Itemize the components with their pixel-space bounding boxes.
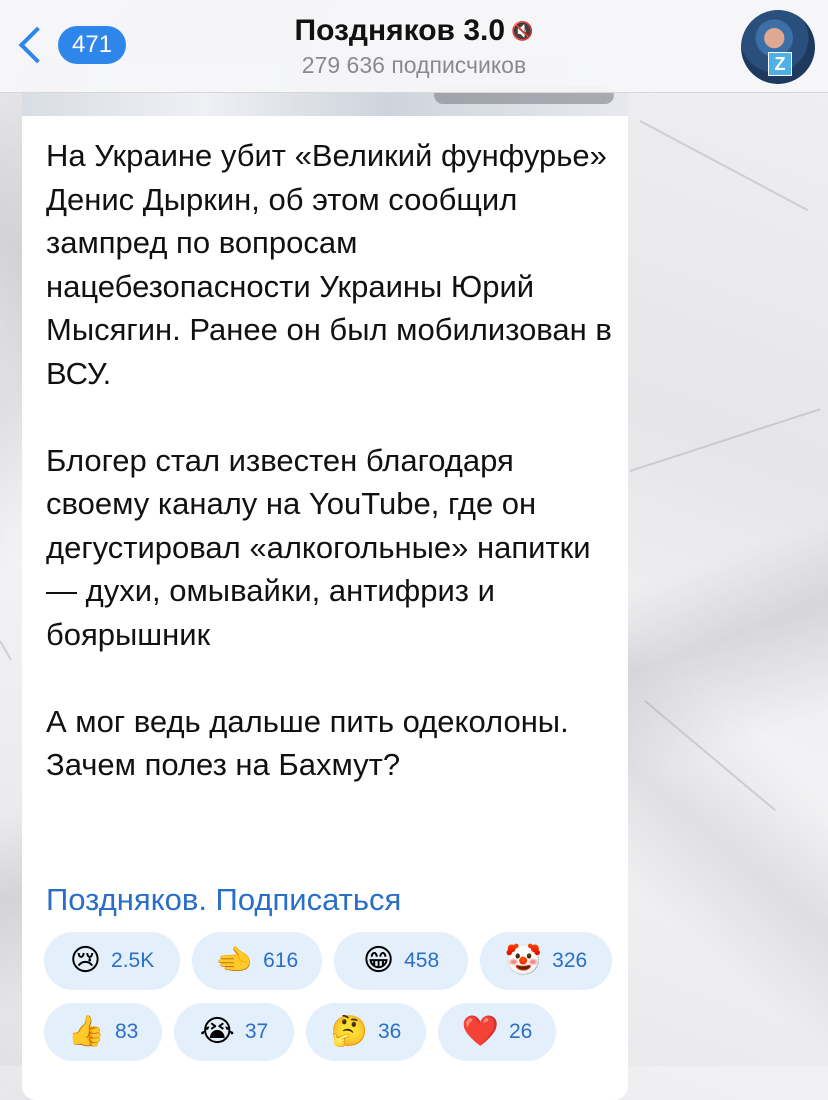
background-vein	[644, 700, 776, 812]
back-button[interactable]: 471	[14, 22, 127, 68]
background-vein	[639, 120, 809, 212]
crying-face-icon: 😢	[69, 944, 102, 977]
background-vein	[0, 640, 12, 661]
reaction-count: 458	[404, 949, 440, 972]
reaction-thumbs-up[interactable]: 👍 83	[44, 1003, 162, 1061]
pointing-hand-icon: 🫲	[215, 944, 254, 977]
heart-icon: ❤️	[461, 1015, 499, 1048]
reaction-count: 37	[244, 1020, 269, 1043]
chat-header: 471 Поздняков 3.0 🔇 279 636 подписчиков …	[0, 0, 828, 93]
reaction-clown[interactable]: 🤡 326	[480, 932, 612, 990]
reaction-count: 36	[378, 1020, 402, 1043]
reaction-hand[interactable]: 🫲 616	[192, 932, 322, 990]
grinning-face-icon: 😁	[362, 944, 395, 977]
reaction-count: 616	[263, 949, 299, 972]
channel-title-row: Поздняков 3.0 🔇	[295, 14, 534, 48]
muted-speaker-icon: 🔇	[511, 20, 534, 41]
reaction-count: 26	[509, 1020, 533, 1043]
subscriber-count: 279 636 подписчиков	[301, 52, 527, 78]
chevron-left-icon	[18, 26, 56, 64]
message-text: На Украине убит «Великий фунфурье» Денис…	[46, 138, 612, 782]
clown-face-icon: 🤡	[504, 944, 543, 977]
reaction-heart[interactable]: ❤️ 26	[438, 1003, 556, 1061]
avatar-z-badge: Z	[768, 52, 792, 76]
reaction-grin[interactable]: 😁 458	[334, 932, 468, 990]
reaction-crying[interactable]: 😢 2.5K	[44, 932, 180, 990]
subscribe-link[interactable]: Поздняков. Подписаться	[46, 882, 401, 918]
background-vein	[629, 408, 821, 472]
channel-title: Поздняков 3.0	[294, 14, 506, 47]
reaction-count: 2.5K	[111, 949, 155, 972]
thinking-face-icon: 🤔	[330, 1015, 368, 1048]
unread-count-badge: 471	[58, 26, 127, 64]
reaction-count: 326	[552, 949, 588, 972]
channel-info[interactable]: Поздняков 3.0 🔇 279 636 подписчиков	[200, 14, 628, 79]
avatar[interactable]: Z	[741, 10, 815, 84]
reaction-thinking[interactable]: 🤔 36	[306, 1003, 426, 1061]
reaction-count: 83	[115, 1020, 139, 1043]
reaction-sob[interactable]: 😭 37	[174, 1003, 294, 1061]
loudly-crying-face-icon: 😭	[199, 1015, 235, 1048]
thumbs-up-icon: 👍	[67, 1015, 105, 1048]
